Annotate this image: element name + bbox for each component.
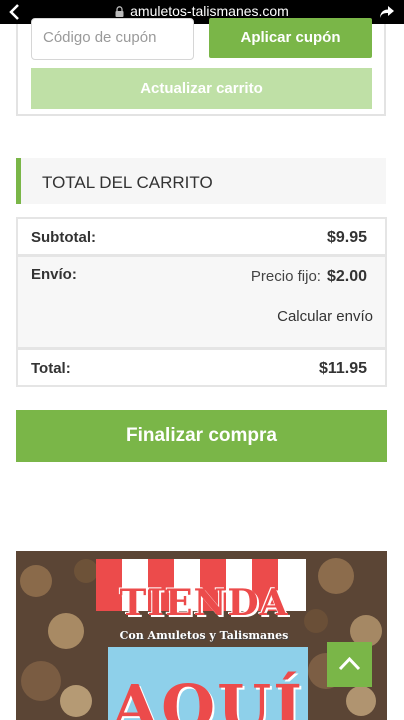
chevron-up-icon <box>338 656 361 671</box>
cart-totals-heading: TOTAL DEL CARRITO <box>16 158 386 204</box>
subtotal-row: Subtotal: $9.95 <box>16 217 387 256</box>
cart-totals-title: TOTAL DEL CARRITO <box>42 173 213 192</box>
share-arrow-icon[interactable] <box>378 3 396 21</box>
banner-title: TIENDA <box>119 582 289 624</box>
url-text[interactable]: amuletos-talismanes.com <box>0 3 404 19</box>
banner-subtitle: Con Amuletos y Talismanes <box>119 629 289 642</box>
checkout-button[interactable]: Finalizar compra <box>16 410 387 462</box>
shipping-method-label: Precio fijo: <box>250 268 321 285</box>
banner-cta-text: AQUÍ <box>111 671 305 720</box>
store-banner[interactable]: TIENDA Con Amuletos y Talismanes AQUÍ <box>16 551 387 720</box>
subtotal-label: Subtotal: <box>31 229 96 246</box>
shipping-label: Envío: <box>31 266 77 283</box>
total-value: $11.95 <box>318 360 367 377</box>
scroll-to-top-button[interactable] <box>327 642 372 687</box>
calculate-shipping-link[interactable]: Calcular envío <box>277 308 373 325</box>
total-label: Total: <box>31 360 71 377</box>
subtotal-value: $9.95 <box>326 229 367 246</box>
lock-icon <box>115 6 124 17</box>
shipping-flat-rate: Precio fijo: $2.00 <box>251 268 367 286</box>
shipping-row: Envío: Precio fijo: $2.00 Calcular envío <box>16 255 387 349</box>
total-row: Total: $11.95 <box>16 348 387 387</box>
url-label: amuletos-talismanes.com <box>130 3 289 19</box>
apply-coupon-button[interactable]: Aplicar cupón <box>209 18 372 58</box>
update-cart-button[interactable]: Actualizar carrito <box>31 68 372 109</box>
coupon-code-input[interactable]: Código de cupón <box>31 18 194 60</box>
shipping-value: $2.00 <box>326 268 367 285</box>
